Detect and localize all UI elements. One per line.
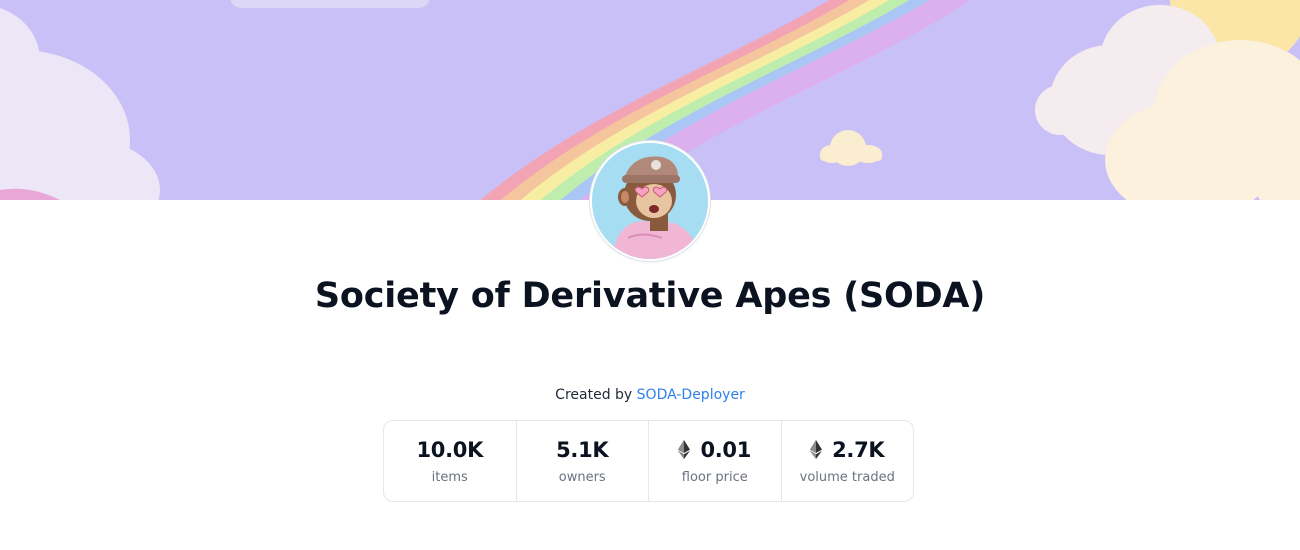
ethereum-icon [678, 440, 691, 459]
ethereum-icon [810, 440, 823, 459]
creator-line: Created by SODA-Deployer [400, 385, 900, 405]
stat-value: 0.01 [678, 436, 751, 464]
collection-page: Society of Derivative Apes (SODA) Create… [0, 0, 1300, 550]
stat-volume-traded: 2.7K volume traded [782, 421, 914, 501]
collection-title: Society of Derivative Apes (SODA) [314, 276, 986, 316]
stat-floor-price-value: 0.01 [700, 437, 752, 462]
stat-value: 2.7K [810, 436, 885, 464]
stat-value: 5.1K [556, 436, 609, 464]
stat-owners-label: owners [558, 469, 606, 485]
stat-floor-price-label: floor price [681, 469, 748, 485]
stat-items-value: 10.0K [416, 437, 484, 462]
stat-owners-value: 5.1K [556, 437, 609, 462]
stat-volume-traded-value: 2.7K [832, 437, 885, 462]
stat-value: 10.0K [416, 436, 483, 464]
stat-owners: 5.1K owners [517, 421, 649, 501]
collection-stats: 10.0K items 5.1K owners 0.01 floor price… [383, 420, 914, 502]
stat-items: 10.0K items [384, 421, 517, 501]
creator-link[interactable]: SODA-Deployer [637, 387, 745, 403]
stat-volume-traded-label: volume traded [799, 469, 895, 485]
ape-avatar-icon [592, 143, 708, 259]
stat-items-label: items [431, 469, 468, 485]
created-by-label: Created by [555, 387, 637, 403]
stat-floor-price: 0.01 floor price [649, 421, 782, 501]
collection-avatar [590, 141, 710, 261]
